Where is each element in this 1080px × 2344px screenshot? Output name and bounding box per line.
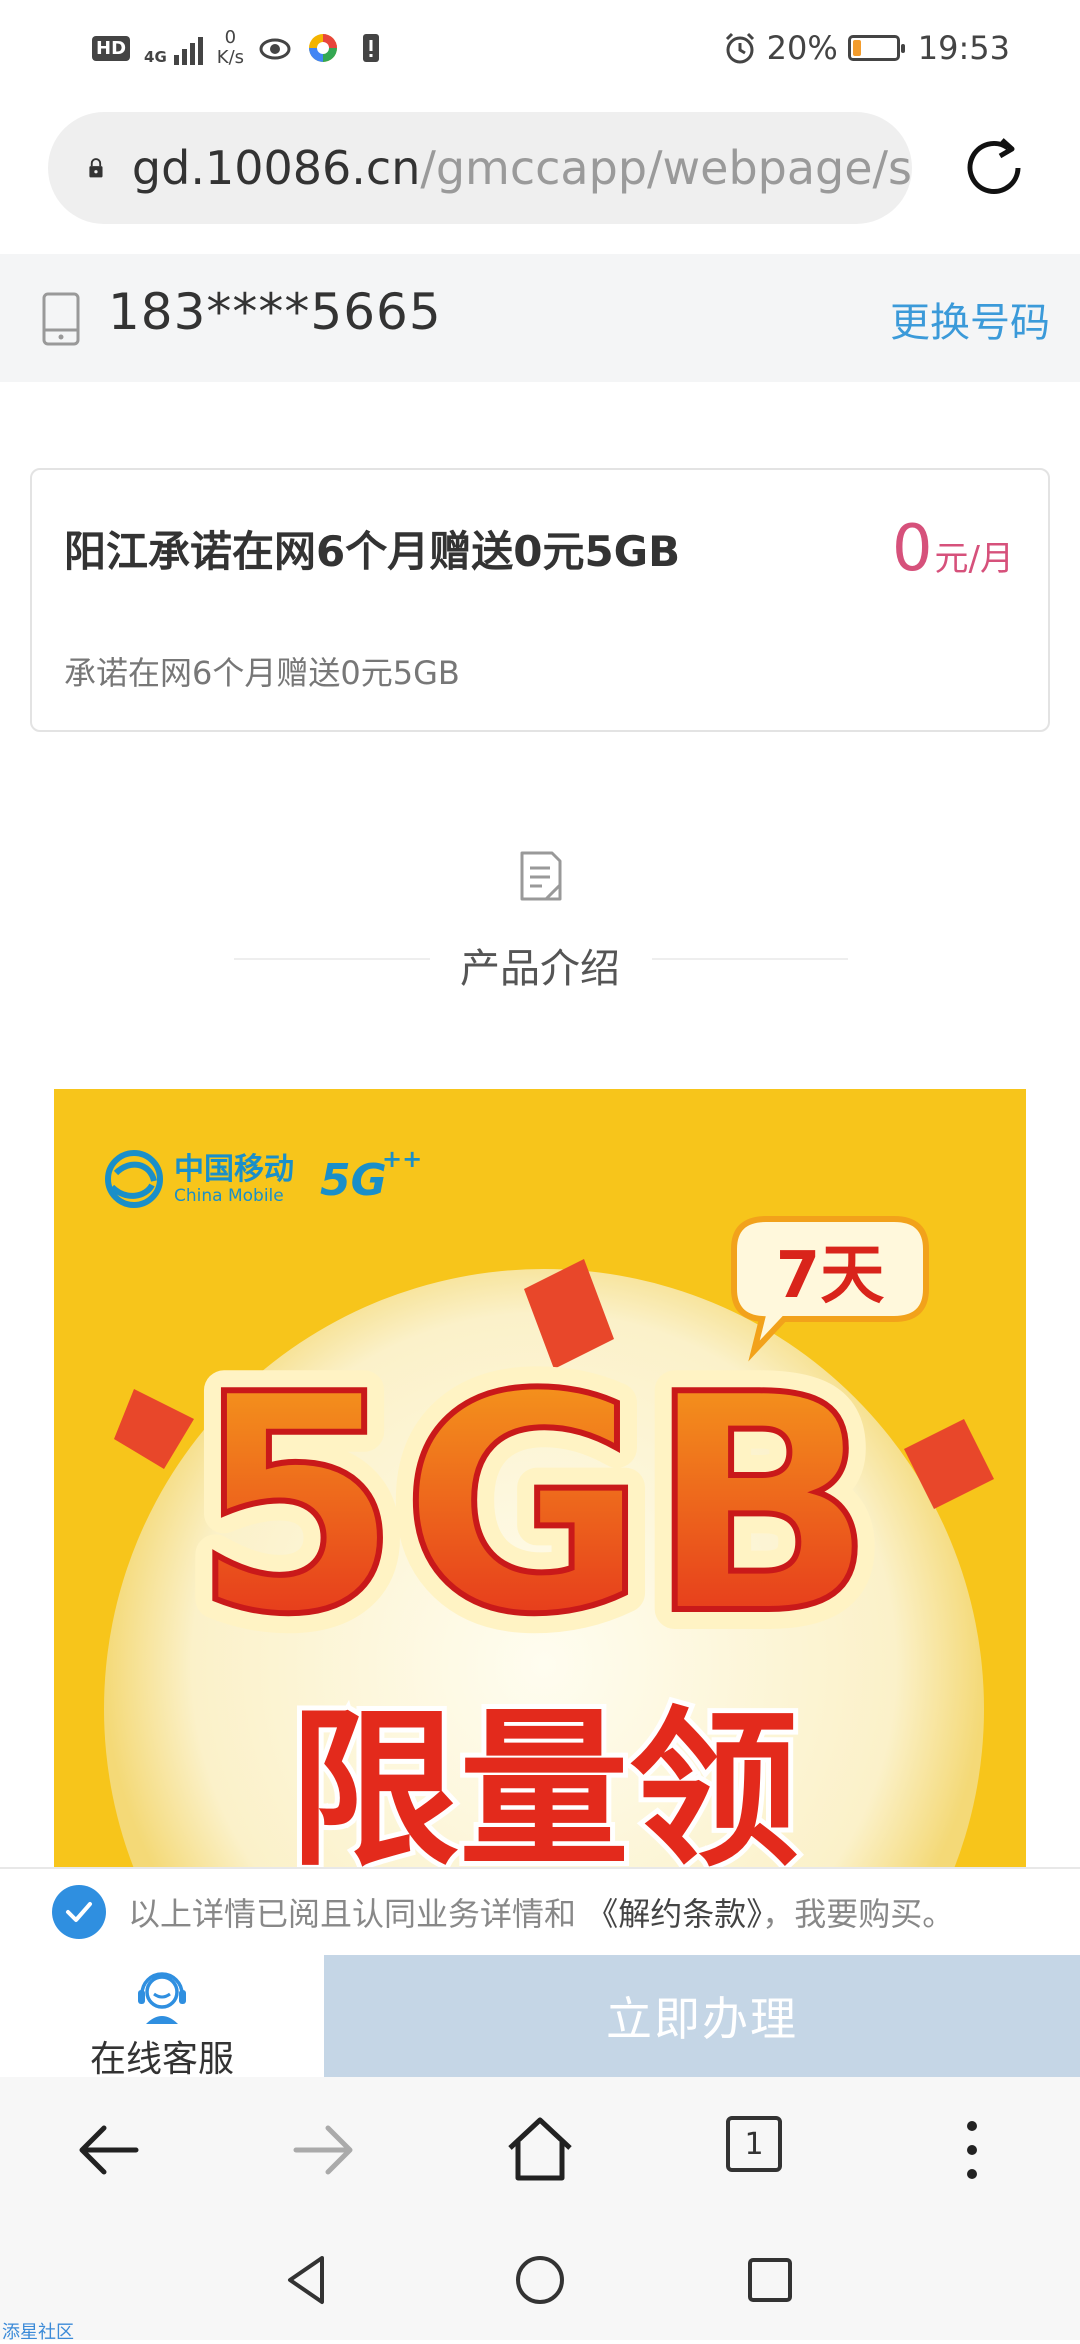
brand-en: China Mobile	[174, 1186, 284, 1206]
document-icon	[520, 851, 562, 901]
brand-cn: 中国移动	[174, 1152, 294, 1187]
more-menu-icon[interactable]	[934, 2112, 1010, 2188]
terms-link[interactable]: 《解约条款》	[586, 1895, 762, 1933]
alarm-icon	[725, 32, 754, 64]
product-price: 0 元/月	[892, 512, 1014, 586]
badge-plus: ++	[382, 1145, 422, 1173]
alert-icon	[363, 34, 380, 62]
customer-service-icon	[138, 1972, 186, 2024]
service-label: 在线客服	[89, 2039, 234, 2080]
eye-icon	[259, 38, 291, 60]
status-left-group: HD 4G 0 K/s	[92, 18, 388, 78]
price-unit: 元/月	[934, 539, 1014, 579]
battery-percent: 20%	[766, 29, 838, 67]
phone-icon	[42, 292, 80, 346]
promo-banner-art: 中国移动 China Mobile 5G ++ 7天 5GB 5GB 限量领	[54, 1089, 1026, 1869]
system-home-icon[interactable]	[512, 2252, 568, 2308]
phone-number: 183****5665	[108, 283, 442, 341]
product-subtitle: 承诺在网6个月赠送0元5GB	[64, 654, 460, 692]
home-icon[interactable]	[502, 2112, 578, 2188]
address-bar[interactable]: gd.10086.cn/gmccapp/webpage/s	[48, 112, 912, 224]
forward-arrow-icon[interactable]	[286, 2112, 362, 2188]
watermark: 添星社区	[2, 2322, 74, 2343]
url-text[interactable]: gd.10086.cn/gmccapp/webpage/s	[132, 141, 912, 195]
price-value: 0	[891, 512, 933, 586]
network-speed: 0 K/s	[216, 27, 245, 68]
banner-subheadline: 限量领	[289, 1692, 799, 1869]
back-arrow-icon[interactable]	[70, 2112, 146, 2188]
status-right-group: 20% 19:53	[723, 18, 1010, 78]
system-recents-icon[interactable]	[742, 2252, 798, 2308]
agree-checkbox[interactable]	[52, 1885, 106, 1939]
battery-icon	[847, 35, 905, 61]
app-color-icon	[309, 34, 338, 62]
system-back-icon[interactable]	[280, 2252, 336, 2308]
product-title: 阳江承诺在网6个月赠送0元5GB	[64, 527, 681, 576]
signal-icon: 4G	[144, 31, 203, 65]
lock-icon	[89, 158, 103, 178]
checkmark-icon	[66, 1902, 92, 1922]
banner-days: 7天	[776, 1239, 885, 1313]
promo-banner: 中国移动 China Mobile 5G ++ 7天 5GB 5GB 限量领	[54, 1089, 1026, 1869]
section-title: 产品介绍	[460, 946, 620, 992]
change-number-link[interactable]: 更换号码	[890, 290, 1050, 348]
tabs-button[interactable]: 1	[726, 2116, 782, 2172]
banner-headline: 5GB	[192, 1331, 876, 1680]
badge-5g: 5G	[320, 1155, 387, 1206]
reload-icon[interactable]	[956, 130, 1032, 206]
clock: 19:53	[917, 29, 1010, 67]
hd-badge: HD	[92, 35, 131, 61]
agreement-row: 以上详情已阅且认同业务详情和 《解约条款》，我要购买。	[0, 1867, 1080, 1955]
agreement-text: 以上详情已阅且认同业务详情和 《解约条款》，我要购买。	[128, 1895, 955, 1933]
submit-button[interactable]: 立即办理	[324, 1955, 1080, 2077]
